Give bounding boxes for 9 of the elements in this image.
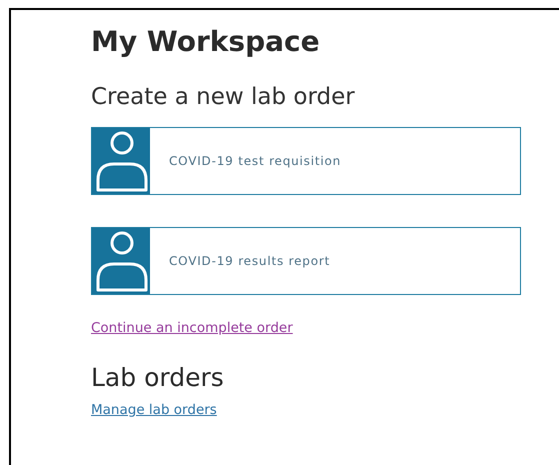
- order-type-card[interactable]: COVID-19 test requisition: [91, 127, 521, 195]
- person-icon: [92, 128, 150, 194]
- continue-order-link[interactable]: Continue an incomplete order: [91, 319, 293, 337]
- person-icon: [92, 228, 150, 294]
- order-type-card[interactable]: COVID-19 results report: [91, 227, 521, 295]
- page-title: My Workspace: [91, 24, 320, 60]
- manage-orders-link[interactable]: Manage lab orders: [91, 401, 217, 419]
- section-heading: Create a new lab order: [91, 83, 355, 112]
- section-heading: Lab orders: [91, 363, 224, 393]
